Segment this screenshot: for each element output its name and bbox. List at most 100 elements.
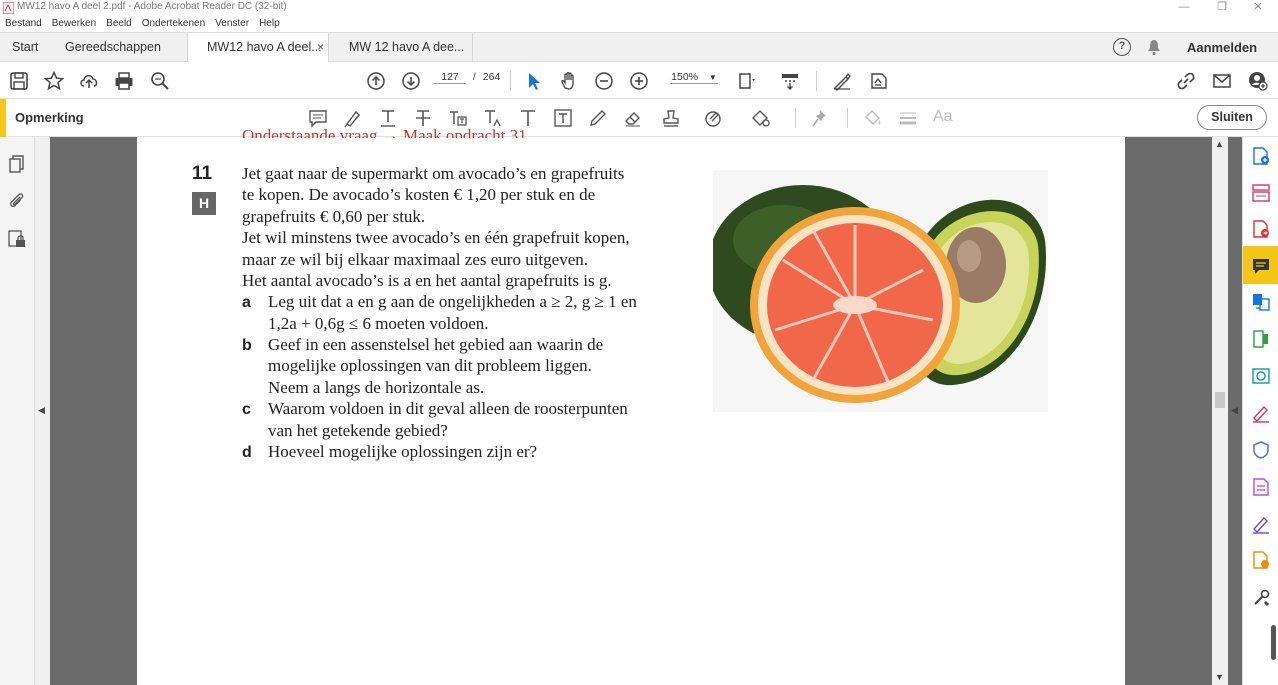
total-pages: 264 (482, 71, 501, 83)
menu-help[interactable]: Help (259, 16, 280, 32)
subquestion-text-line: Neem a langs de horizontale as. (268, 378, 485, 397)
page-separator: / (472, 71, 476, 83)
window-title: MW12 havo A deel 2.pdf - Adobe Acrobat R… (17, 1, 287, 12)
minimize-button[interactable]: — (1166, 0, 1202, 14)
stamp-icon[interactable] (661, 108, 681, 128)
help-icon[interactable]: ? (1113, 38, 1131, 56)
shapes-icon[interactable] (751, 108, 771, 128)
tab-start[interactable]: Start (12, 33, 38, 62)
print-icon[interactable] (114, 71, 134, 91)
redact-icon[interactable] (868, 71, 888, 91)
search-icon[interactable] (150, 71, 170, 91)
send-for-review-icon[interactable] (1251, 550, 1271, 570)
subquestion-label: d (242, 444, 252, 461)
signin-button[interactable]: Aanmelden (1187, 33, 1257, 62)
subquestion-text-line: Waarom voldoen in dit geval alleen de ro… (268, 399, 628, 418)
comment-divider (795, 108, 796, 128)
link-icon[interactable] (1176, 71, 1196, 91)
comment-tool-icon[interactable] (1251, 256, 1271, 276)
tab-document-2[interactable]: MW 12 havo A dee... (349, 33, 464, 62)
scroll-up-icon[interactable]: ▲ (1215, 139, 1224, 149)
menu-ondertekenen[interactable]: Ondertekenen (142, 16, 205, 32)
text-box-icon[interactable] (553, 108, 573, 128)
maximize-button[interactable]: ❐ (1204, 0, 1240, 14)
vertical-scrollbar[interactable] (1212, 137, 1228, 685)
page-number-input[interactable]: 127 (434, 71, 466, 84)
zoom-level-dropdown[interactable]: 150% ▼ (670, 71, 718, 84)
scroll-down-icon[interactable]: ▼ (1215, 672, 1224, 682)
fill-color-icon[interactable] (863, 108, 883, 128)
underline-text-icon[interactable] (378, 108, 398, 128)
eraser-icon[interactable] (623, 108, 643, 128)
strikethrough-icon[interactable] (413, 108, 433, 128)
menu-venster[interactable]: Venster (215, 16, 249, 32)
close-comment-button[interactable]: Sluiten (1197, 105, 1267, 130)
combine-files-icon[interactable] (1251, 292, 1271, 312)
create-pdf-icon[interactable] (1251, 146, 1271, 166)
menu-bewerken[interactable]: Bewerken (52, 16, 96, 32)
tab-document-label: MW12 havo A deel... (207, 40, 322, 54)
tab-document-active[interactable]: MW12 havo A deel... × (187, 33, 329, 63)
comment-toolbar: Opmerking Aa Sluiten (0, 99, 1278, 137)
chevron-down-icon: ▼ (708, 73, 717, 82)
pin-icon[interactable] (811, 108, 831, 128)
avocado-grapefruit-photo (713, 170, 1048, 412)
line-width-icon[interactable] (898, 108, 918, 128)
bell-icon[interactable] (1146, 39, 1162, 56)
highlight-icon[interactable] (343, 108, 363, 128)
email-icon[interactable] (1212, 71, 1232, 91)
next-page-icon[interactable] (401, 71, 421, 91)
subquestion-label: c (242, 401, 251, 418)
protect-shield-icon[interactable] (1251, 440, 1271, 460)
security-lock-icon[interactable] (7, 229, 27, 249)
paperclip-icon[interactable] (7, 191, 27, 211)
organize-pages-icon[interactable] (1251, 329, 1271, 349)
zoom-in-icon[interactable] (629, 71, 649, 91)
sign-icon[interactable] (832, 71, 852, 91)
zoom-out-icon[interactable] (594, 71, 614, 91)
menu-bestand[interactable]: Bestand (5, 16, 42, 32)
menu-beeld[interactable]: Beeld (106, 16, 132, 32)
hand-tool-icon[interactable] (559, 71, 579, 91)
more-tools-icon[interactable] (1251, 588, 1271, 608)
comment-toolbar-title: Opmerking (15, 110, 84, 125)
tab-tools[interactable]: Gereedschappen (65, 33, 161, 62)
question-number: 11 (192, 163, 213, 184)
scroll-mode-icon[interactable] (780, 71, 800, 91)
edit-pdf-icon[interactable] (1251, 183, 1271, 203)
attach-file-icon[interactable] (704, 108, 724, 128)
toolbar-divider (816, 71, 817, 91)
page-fit-icon[interactable] (738, 71, 758, 91)
left-side-panel (0, 137, 35, 685)
close-window-button[interactable]: ✕ (1240, 0, 1276, 14)
menu-bar: Bestand Bewerken Beeld Ondertekenen Vens… (0, 16, 1278, 32)
scan-ocr-icon[interactable] (1251, 366, 1271, 386)
previous-page-icon[interactable] (366, 71, 386, 91)
replace-text-icon[interactable] (448, 108, 468, 128)
prepare-form-icon[interactable] (1251, 477, 1271, 497)
insert-text-icon[interactable] (483, 108, 503, 128)
save-icon[interactable] (9, 71, 29, 91)
collapse-left-panel-icon[interactable]: ◀ (38, 405, 45, 416)
question-text-line: Jet gaat naar de supermarkt om avocado’s… (242, 164, 625, 183)
pencil-icon[interactable] (588, 108, 608, 128)
add-text-icon[interactable] (518, 108, 538, 128)
request-signature-icon[interactable] (1251, 514, 1271, 534)
rail-scrollbar-thumb[interactable] (1271, 625, 1276, 660)
pages-icon[interactable] (7, 154, 27, 174)
star-icon[interactable] (43, 70, 65, 91)
select-cursor-icon[interactable] (524, 71, 544, 91)
font-style-icon[interactable]: Aa (933, 108, 953, 126)
subquestion-text-line: Geef in een assenstelsel het gebied aan … (268, 335, 604, 354)
collapse-right-panel-icon[interactable]: ◀ (1231, 405, 1238, 416)
level-badge: H (192, 192, 216, 215)
question-text-line: Jet wil minstens twee avocado’s en één g… (242, 228, 630, 247)
tab-close-icon[interactable]: × (317, 33, 324, 62)
sticky-note-icon[interactable] (308, 108, 328, 128)
fill-sign-icon[interactable] (1251, 403, 1271, 423)
subquestion-text-line: Hoeveel mogelijke oplossingen zijn er? (268, 442, 538, 461)
cloud-upload-icon[interactable] (79, 71, 99, 91)
share-user-icon[interactable] (1248, 71, 1268, 91)
scrollbar-thumb[interactable] (1215, 392, 1225, 408)
export-pdf-icon[interactable] (1251, 219, 1271, 239)
